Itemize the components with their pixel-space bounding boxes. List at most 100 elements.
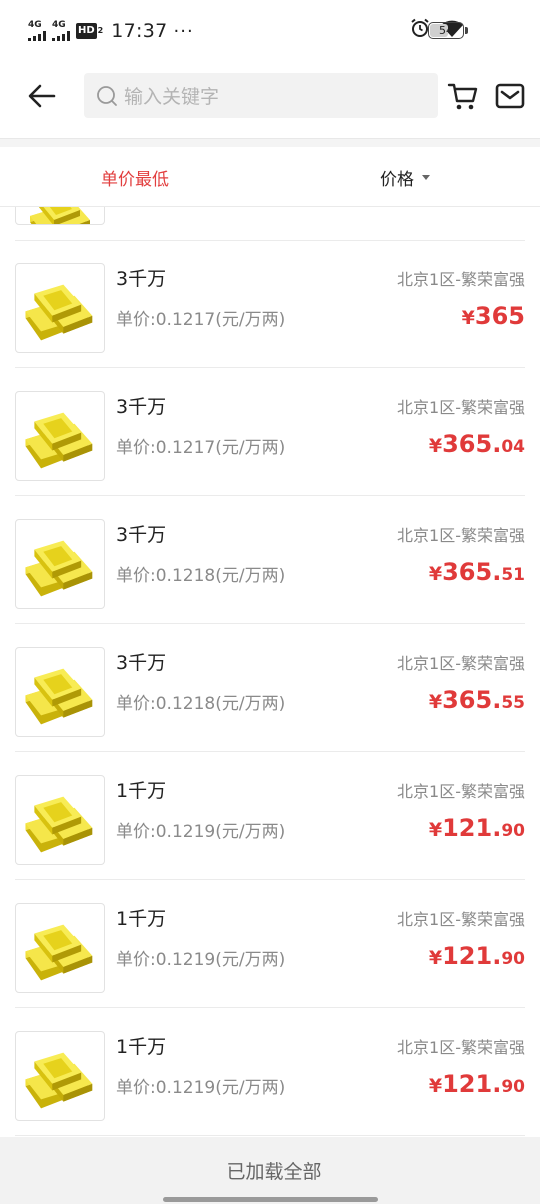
item-thumbnail [15, 391, 105, 481]
sort-bar: 单价最低 价格 [0, 147, 540, 207]
listing-item[interactable]: 1千万单价:0.1219(元/万两) 北京1区-繁荣富强 ¥121.90 [0, 1008, 540, 1136]
gold-bars-icon [25, 412, 93, 469]
item-unit-price: 单价:0.1217(元/万两) [116, 438, 286, 458]
item-server: 北京1区-繁荣富强 [397, 910, 525, 929]
item-title: 3千万 [116, 524, 167, 546]
clock: 17:37 [111, 20, 168, 42]
listing-item[interactable]: 3千万单价:0.1217(元/万两) 北京1区-繁荣富强 ¥365.04 [0, 368, 540, 496]
price-decimal: 90 [501, 949, 525, 969]
listing-item[interactable]: 3千万单价:0.1218(元/万两) 北京1区-繁荣富强 ¥365.51 [0, 496, 540, 624]
search-placeholder: 输入关键字 [124, 86, 220, 108]
search-input[interactable]: 输入关键字 [84, 73, 438, 118]
status-bar: 4G 4G HD 2 17:37 ··· 54 [0, 0, 540, 62]
message-icon[interactable] [494, 80, 526, 112]
item-title: 3千万 [116, 652, 167, 674]
item-price: ¥365 [462, 302, 525, 330]
sort-price-label: 价格 [380, 169, 414, 190]
price-decimal: 51 [501, 565, 525, 585]
listing-item[interactable]: 1千万单价:0.1219(元/万两) 北京1区-繁荣富强 ¥121.90 [0, 752, 540, 880]
price-decimal: 04 [501, 437, 525, 457]
item-thumbnail [15, 647, 105, 737]
item-unit-price: 单价:0.1219(元/万两) [116, 950, 286, 970]
item-title: 1千万 [116, 1036, 167, 1058]
signal-icon: 4G [28, 21, 46, 41]
search-icon [97, 85, 117, 106]
item-thumbnail [15, 263, 105, 353]
gold-bars-icon [25, 540, 93, 597]
item-title: 3千万 [116, 268, 167, 290]
gold-bars-icon [30, 207, 90, 224]
gold-bars-icon [25, 1052, 93, 1109]
price-symbol: ¥ [461, 307, 475, 329]
price-decimal: 90 [501, 821, 525, 841]
price-decimal: 55 [501, 693, 525, 713]
item-thumbnail [15, 775, 105, 865]
item-title: 1千万 [116, 908, 167, 930]
price-symbol: ¥ [428, 947, 443, 969]
price-integer: 121. [442, 814, 502, 842]
item-server: 北京1区-繁荣富强 [397, 1038, 525, 1057]
item-unit-price: 单价:0.1219(元/万两) [116, 1078, 286, 1098]
footer: 已加载全部 [0, 1137, 540, 1204]
signal-label: 4G [28, 20, 42, 30]
item-unit-price: 单价:0.1217(元/万两) [116, 310, 286, 330]
listing-item[interactable]: 1千万单价:0.1219(元/万两) 北京1区-繁荣富强 ¥121.90 [0, 880, 540, 1008]
signal-icon-2: 4G [52, 21, 70, 41]
gold-bars-icon [25, 924, 93, 981]
cart-icon[interactable] [447, 80, 479, 112]
loaded-all-text: 已加载全部 [226, 1161, 322, 1183]
alarm-icon [411, 18, 429, 37]
sort-lowest-unit-price-tab[interactable]: 单价最低 [0, 147, 270, 207]
header-divider [0, 138, 540, 147]
listing-item[interactable]: 3千万单价:0.1217(元/万两) 北京1区-繁荣富强 ¥365 [0, 240, 540, 368]
battery-level: 54 [439, 23, 453, 37]
item-title: 1千万 [116, 780, 167, 802]
hd-label: HD [76, 23, 97, 39]
item-server: 北京1区-繁荣富强 [397, 398, 525, 417]
price-symbol: ¥ [428, 691, 443, 713]
back-arrow-icon[interactable] [26, 80, 58, 112]
item-server: 北京1区-繁荣富强 [397, 782, 525, 801]
item-price: ¥365.04 [429, 430, 525, 458]
item-thumbnail [15, 903, 105, 993]
top-bar: 输入关键字 [0, 62, 540, 138]
price-symbol: ¥ [428, 1075, 443, 1097]
price-integer: 121. [442, 1070, 502, 1098]
listing-list: 3千万 单价:0.1217(元/万两) 北京1区-繁荣富强 ¥365 3千万 单价:0.1… [0, 207, 540, 1137]
more-notifications-icon: ··· [173, 20, 194, 42]
battery-icon: 54 [428, 22, 468, 39]
item-server: 北京1区-繁荣富强 [397, 526, 525, 545]
price-decimal: 90 [501, 1077, 525, 1097]
item-thumbnail [15, 1031, 105, 1121]
item-price: ¥365.51 [429, 558, 525, 586]
price-symbol: ¥ [428, 819, 443, 841]
item-title: 3千万 [116, 396, 167, 418]
screen: 4G 4G HD 2 17:37 ··· 54 输入关键字 单价最低 价格 3千… [0, 0, 540, 1204]
gold-bars-icon [25, 284, 93, 341]
caret-down-icon [422, 174, 430, 180]
partial-item-thumbnail [15, 207, 105, 225]
item-price: ¥121.90 [429, 942, 525, 970]
status-left: 4G 4G HD 2 17:37 ··· [28, 18, 194, 44]
listing-item[interactable]: 3千万 单价:0.1218(元/万两) 北京1区-繁荣富强 ¥365.55 [0, 624, 540, 752]
item-thumbnail [15, 519, 105, 609]
item-price: ¥121.90 [429, 1070, 525, 1098]
signal-label-2: 4G [52, 20, 66, 30]
gold-bars-icon [25, 668, 93, 725]
row-divider [15, 1135, 525, 1136]
item-unit-price: 单价:0.1219(元/万两) [116, 822, 286, 842]
price-integer: 365. [442, 686, 502, 714]
hd-voice-icon: HD 2 [76, 23, 103, 39]
item-price: ¥121.90 [429, 814, 525, 842]
item-unit-price: 单价:0.1218(元/万两) [116, 694, 286, 714]
item-unit-price: 单价:0.1218(元/万两) [116, 566, 286, 586]
price-symbol: ¥ [428, 563, 443, 585]
home-indicator[interactable] [163, 1197, 378, 1202]
price-integer: 365 [474, 302, 525, 330]
price-integer: 121. [442, 942, 502, 970]
sort-price-tab[interactable]: 价格 [270, 147, 540, 207]
item-server: 北京1区-繁荣富强 [397, 270, 525, 289]
item-price: ¥365.55 [429, 686, 525, 714]
price-integer: 365. [442, 430, 502, 458]
price-symbol: ¥ [428, 435, 443, 457]
